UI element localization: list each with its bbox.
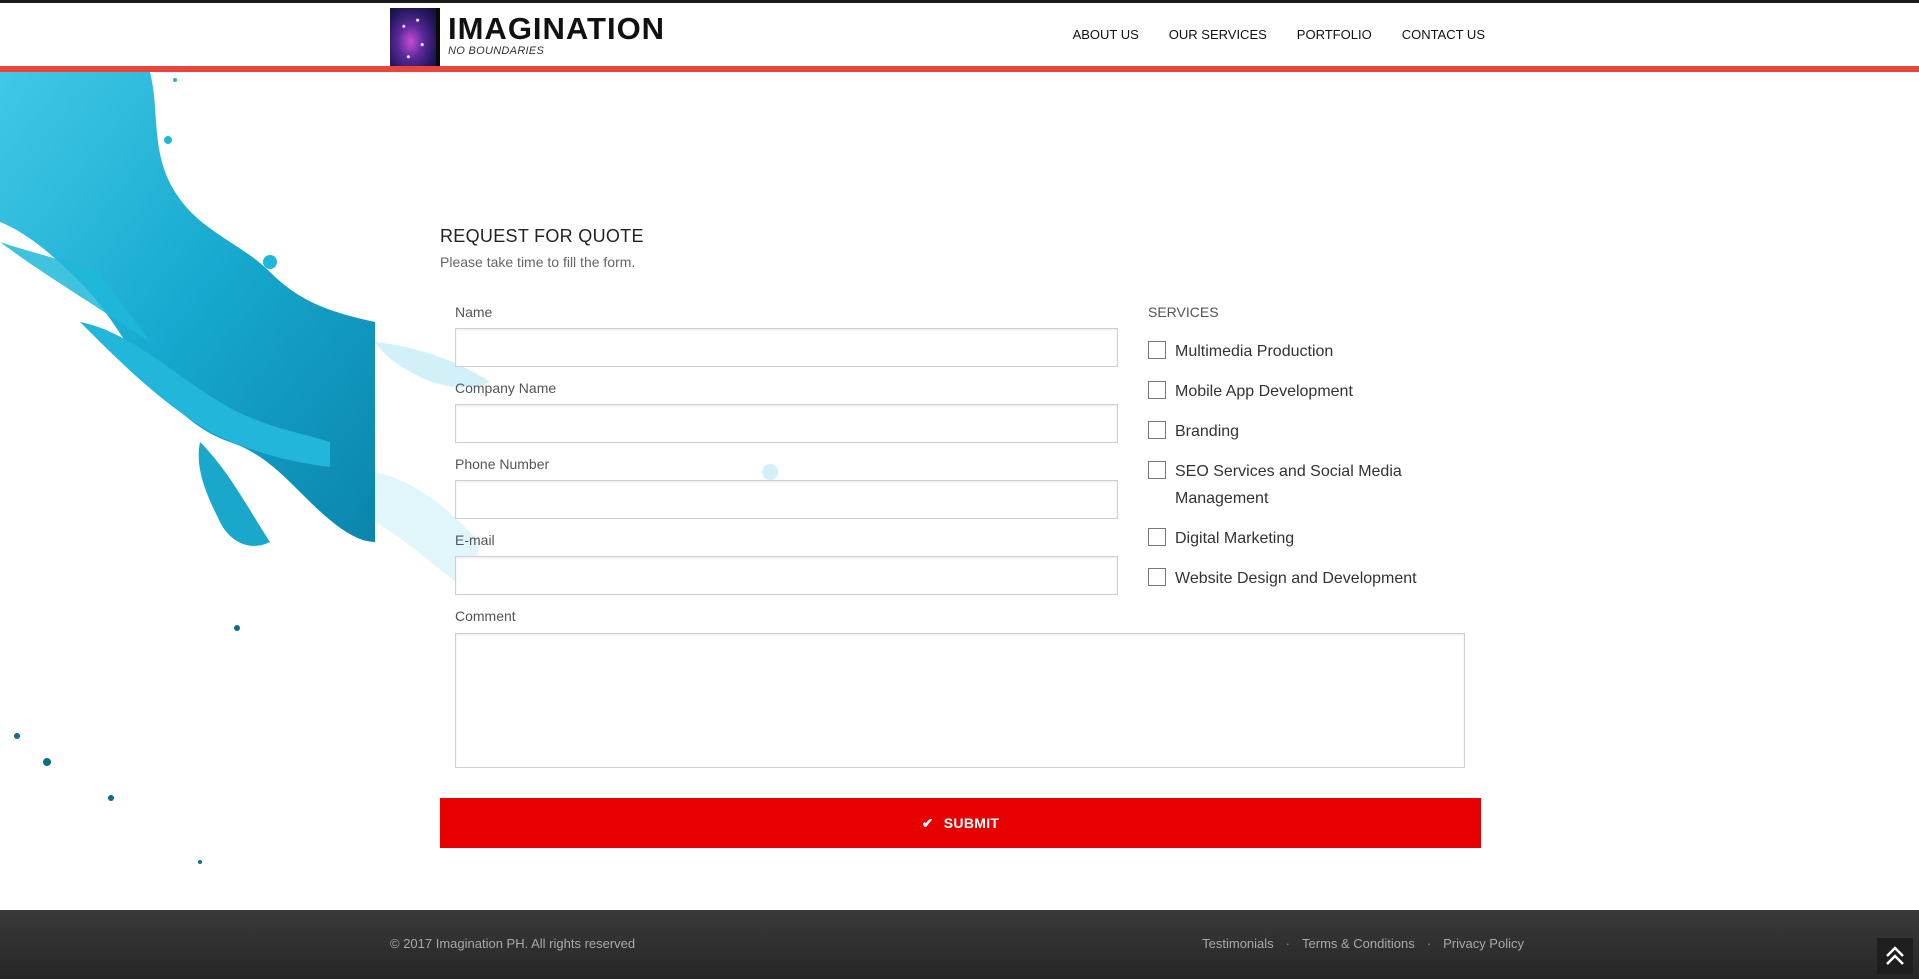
phone-number-label: Phone Number	[455, 456, 550, 472]
comment-label: Comment	[455, 608, 516, 624]
logo-image[interactable]	[390, 8, 440, 69]
main-nav: ABOUT US OUR SERVICES PORTFOLIO CONTACT …	[1043, 27, 1485, 42]
footer-link-privacy[interactable]: Privacy Policy	[1443, 936, 1524, 951]
service-option-website-design[interactable]: Website Design and Development	[1148, 565, 1438, 592]
nav-contact-us[interactable]: CONTACT US	[1402, 27, 1485, 42]
service-label[interactable]: SEO Services and Social Media Management	[1175, 458, 1405, 512]
service-option-branding[interactable]: Branding	[1148, 418, 1438, 445]
service-label[interactable]: Branding	[1175, 418, 1239, 445]
name-label: Name	[455, 304, 493, 320]
site-header: IMAGINATION NO BOUNDARIES ABOUT US OUR S…	[0, 3, 1919, 69]
form-subtitle: Please take time to fill the form.	[440, 254, 636, 270]
phone-number-input[interactable]	[455, 480, 1118, 519]
submit-label: SUBMIT	[943, 815, 1000, 831]
form-title: REQUEST FOR QUOTE	[440, 226, 644, 246]
checkbox-icon[interactable]	[1148, 341, 1166, 359]
header-accent-line	[0, 66, 1919, 72]
footer-link-testimonials[interactable]: Testimonials	[1202, 936, 1274, 951]
logo-tagline: NO BOUNDARIES	[448, 45, 545, 57]
nav-about-us[interactable]: ABOUT US	[1073, 27, 1139, 42]
checkbox-icon[interactable]	[1148, 461, 1166, 479]
checkbox-icon[interactable]	[1148, 568, 1166, 586]
service-label[interactable]: Multimedia Production	[1175, 338, 1333, 365]
footer-link-terms[interactable]: Terms & Conditions	[1302, 936, 1415, 951]
nav-our-services[interactable]: OUR SERVICES	[1169, 27, 1267, 42]
services-label: SERVICES	[1148, 304, 1219, 320]
service-option-seo-social-media[interactable]: SEO Services and Social Media Management	[1148, 458, 1438, 512]
footer-separator: ·	[1285, 936, 1291, 951]
nav-portfolio[interactable]: PORTFOLIO	[1297, 27, 1372, 42]
checkbox-icon[interactable]	[1148, 528, 1166, 546]
copyright-text: © 2017 Imagination PH. All rights reserv…	[390, 936, 636, 951]
name-input[interactable]	[455, 328, 1118, 367]
double-chevron-up-icon	[1886, 946, 1904, 965]
galaxy-logo-icon	[390, 8, 436, 69]
email-input[interactable]	[455, 556, 1118, 595]
comment-textarea[interactable]	[455, 633, 1465, 768]
footer-links: Testimonials · Terms & Conditions · Priv…	[1202, 936, 1524, 951]
checkbox-icon[interactable]	[1148, 381, 1166, 399]
logo-title[interactable]: IMAGINATION	[448, 11, 665, 47]
email-label: E-mail	[455, 532, 495, 548]
check-icon: ✔	[921, 814, 934, 831]
service-option-mobile-app-development[interactable]: Mobile App Development	[1148, 378, 1438, 405]
company-name-input[interactable]	[455, 404, 1118, 443]
service-label[interactable]: Website Design and Development	[1175, 565, 1417, 592]
back-to-top-button[interactable]	[1877, 938, 1913, 974]
checkbox-icon[interactable]	[1148, 421, 1166, 439]
submit-button[interactable]: ✔ SUBMIT	[440, 798, 1481, 848]
service-label[interactable]: Mobile App Development	[1175, 378, 1353, 405]
service-option-multimedia-production[interactable]: Multimedia Production	[1148, 338, 1438, 365]
service-label[interactable]: Digital Marketing	[1175, 525, 1294, 552]
footer-separator: ·	[1426, 936, 1432, 951]
site-footer: © 2017 Imagination PH. All rights reserv…	[0, 910, 1919, 979]
service-option-digital-marketing[interactable]: Digital Marketing	[1148, 525, 1438, 552]
company-name-label: Company Name	[455, 380, 557, 396]
